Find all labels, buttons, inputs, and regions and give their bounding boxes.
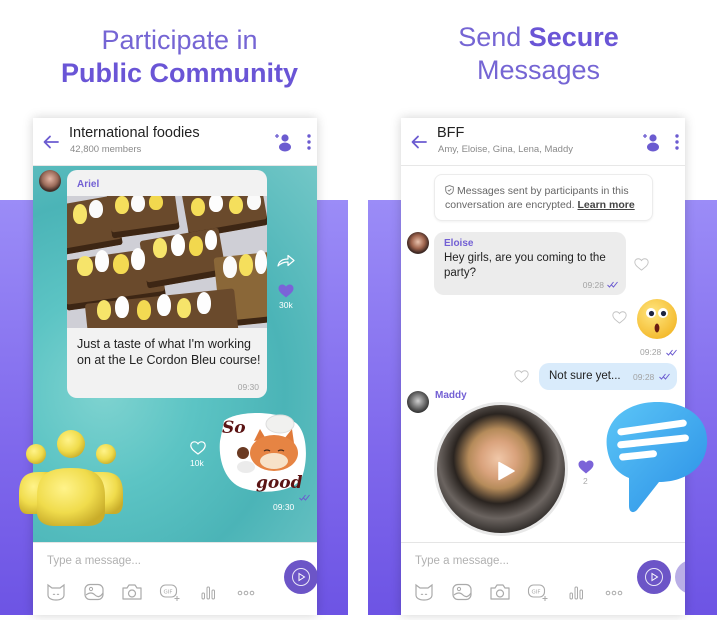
heart-outline-icon[interactable]	[612, 311, 627, 324]
back-arrow-icon[interactable]	[410, 133, 428, 151]
message-input[interactable]: Type a message...	[47, 555, 141, 567]
message-composer: Type a message... GIF	[33, 542, 317, 615]
heart-outline-icon[interactable]	[634, 258, 649, 271]
camera-icon[interactable]	[121, 583, 143, 601]
gif-icon[interactable]: GIF	[527, 583, 549, 601]
sticker-icon[interactable]	[45, 583, 67, 601]
more-options-icon[interactable]	[235, 583, 257, 601]
message-time: 09:28	[640, 347, 662, 357]
message-time: 09:30	[237, 382, 259, 392]
video-message[interactable]	[434, 402, 568, 536]
read-receipt-icon	[659, 373, 670, 380]
read-receipt-icon	[299, 494, 310, 501]
message-time: 09:30	[273, 502, 295, 512]
community-chat-screen: International foodies 42,800 members Ari…	[33, 118, 317, 615]
chat-header: International foodies 42,800 members	[33, 118, 317, 166]
avatar-eloise[interactable]	[407, 232, 429, 254]
like-count: 10k	[190, 458, 204, 468]
add-participant-icon[interactable]	[274, 132, 292, 152]
poll-icon[interactable]	[565, 583, 587, 601]
shield-icon	[445, 185, 454, 195]
heart-filled-icon[interactable]	[578, 460, 594, 474]
headline-secure-messages: Send Secure Messages	[359, 21, 718, 87]
back-arrow-icon[interactable]	[42, 133, 60, 151]
sticker-text-so: So	[222, 418, 246, 438]
heart-outline-icon[interactable]	[190, 441, 206, 455]
so-good-fox-sticker[interactable]: So good	[216, 411, 308, 493]
app-store-screenshot: Participate in Public Community Send Sec…	[0, 0, 718, 620]
message-time: 09:28	[633, 372, 655, 382]
encryption-notice: Messages sent by participants in this co…	[434, 174, 653, 221]
more-vertical-icon[interactable]	[675, 134, 679, 150]
chat-title[interactable]: BFF	[437, 125, 464, 141]
member-count: 42,800 members	[70, 144, 142, 155]
headline-send: Send	[458, 22, 529, 52]
message-bubble-outgoing[interactable]: Not sure yet... 09:28	[539, 363, 677, 390]
composer-toolbar: GIF	[413, 583, 625, 601]
play-circle-icon	[292, 568, 310, 586]
message-text: Not sure yet...	[549, 370, 621, 382]
headline-public-community: Participate in Public Community	[0, 24, 359, 90]
read-receipt-icon	[607, 281, 618, 288]
learn-more-link[interactable]: Learn more	[578, 199, 635, 211]
sender-name: Eloise	[444, 238, 474, 249]
message-time: 09:28	[582, 280, 604, 290]
heart-outline-icon[interactable]	[514, 370, 529, 383]
gif-icon[interactable]: GIF	[159, 583, 181, 601]
poll-icon[interactable]	[197, 583, 219, 601]
chat-title[interactable]: International foodies	[69, 125, 200, 141]
message-bubble-eloise[interactable]: Eloise Hey girls, are you coming to the …	[434, 232, 626, 295]
composer-toolbar: GIF	[45, 583, 257, 601]
headline-line-1: Participate in	[101, 25, 258, 55]
sender-name: Maddy	[435, 390, 467, 401]
sender-name: Ariel	[77, 179, 100, 190]
message-text: Just a taste of what I'm working on at t…	[77, 337, 261, 367]
headline-line-2: Public Community	[60, 58, 298, 88]
svg-text:GIF: GIF	[532, 590, 541, 596]
play-icon[interactable]	[497, 461, 515, 481]
food-photo[interactable]	[67, 196, 267, 328]
sticker-icon[interactable]	[413, 583, 435, 601]
message-input[interactable]: Type a message...	[415, 555, 509, 567]
heart-filled-icon[interactable]	[278, 284, 294, 298]
svg-text:GIF: GIF	[164, 590, 173, 596]
forward-icon[interactable]	[277, 254, 295, 268]
chat-header: BFF Amy, Eloise, Gina, Lena, Maddy	[401, 118, 685, 166]
secondary-action-button[interactable]	[675, 560, 685, 594]
participants-list: Amy, Eloise, Gina, Lena, Maddy	[438, 144, 573, 155]
send-video-button[interactable]	[284, 560, 317, 594]
sticker-text-good: good	[256, 473, 303, 493]
like-count: 30k	[279, 300, 293, 310]
community-people-icon	[19, 430, 123, 526]
gallery-icon[interactable]	[83, 583, 105, 601]
avatar-maddy[interactable]	[407, 391, 429, 413]
chat-bubble-icon	[606, 402, 708, 513]
avatar-ariel[interactable]	[39, 170, 61, 192]
like-count: 2	[583, 476, 588, 486]
headline-messages: Messages	[476, 55, 601, 85]
send-video-button[interactable]	[637, 560, 671, 594]
gallery-icon[interactable]	[451, 583, 473, 601]
play-circle-icon	[645, 568, 663, 586]
shocked-face-emoji[interactable]	[636, 298, 678, 340]
message-text: Hey girls, are you coming to the party?	[444, 252, 606, 279]
secure-chat-screen: BFF Amy, Eloise, Gina, Lena, Maddy Messa…	[401, 118, 685, 615]
camera-icon[interactable]	[489, 583, 511, 601]
message-bubble-ariel[interactable]: Ariel Just a taste of what I'm working o…	[67, 170, 267, 398]
more-vertical-icon[interactable]	[307, 134, 311, 150]
more-options-icon[interactable]	[603, 583, 625, 601]
read-receipt-icon	[666, 349, 677, 356]
message-composer: Type a message... GIF	[401, 542, 685, 615]
add-participant-icon[interactable]	[642, 132, 660, 152]
headline-secure: Secure	[528, 22, 619, 52]
